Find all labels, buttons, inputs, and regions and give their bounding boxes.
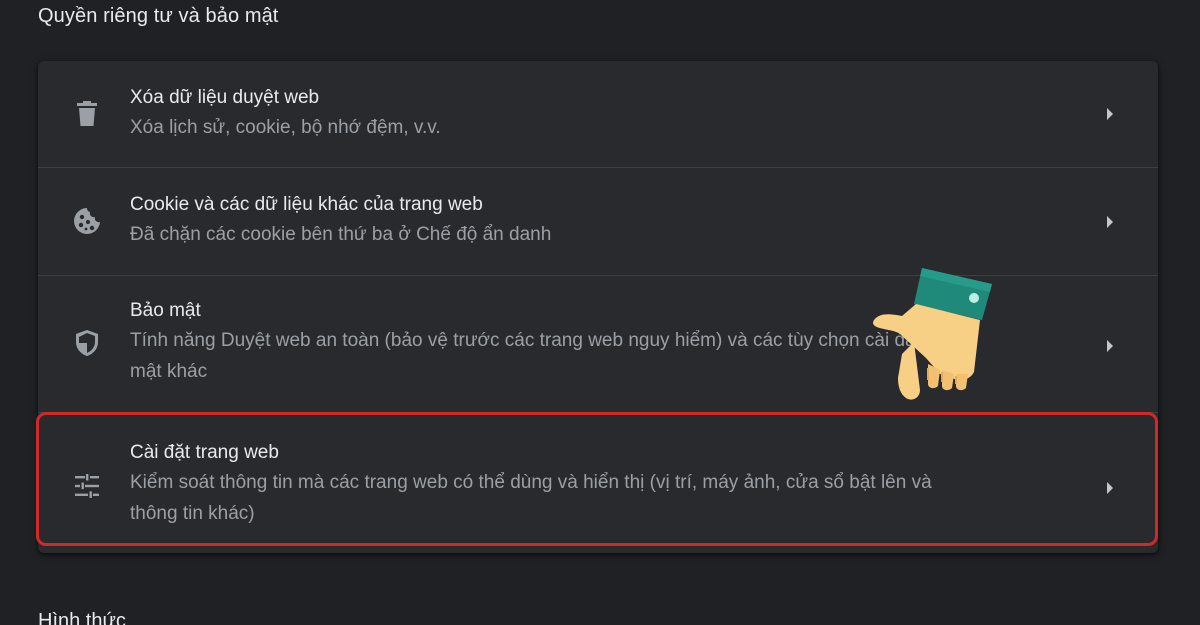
security-row[interactable]: Bảo mật Tính năng Duyệt web an toàn (bảo… (38, 276, 1158, 412)
sliders-icon (72, 471, 102, 501)
row-title: Cài đặt trang web (130, 442, 279, 463)
row-text: Bảo mật Tính năng Duyệt web an toàn (bảo… (130, 298, 1068, 387)
privacy-security-card: Xóa dữ liệu duyệt web Xóa lịch sử, cooki… (38, 61, 1158, 553)
shield-icon (72, 328, 102, 358)
cookies-row[interactable]: Cookie và các dữ liệu khác của trang web… (38, 168, 1158, 275)
section-title: Quyền riêng tư và bảo mật (38, 5, 279, 27)
row-description-line1: Tính năng Duyệt web an toàn (bảo vệ trướ… (130, 330, 958, 351)
settings-page: Quyền riêng tư và bảo mật Xóa dữ liệu du… (0, 0, 1200, 625)
chevron-right-icon (1102, 214, 1118, 230)
row-description-line2: mật khác (130, 361, 208, 382)
chevron-right-icon (1102, 106, 1118, 122)
next-section-title: Hình thức (38, 610, 126, 625)
cookie-icon (72, 206, 102, 236)
row-description-line1: Kiểm soát thông tin mà các trang web có … (130, 472, 932, 493)
row-title: Xóa dữ liệu duyệt web (130, 87, 320, 108)
row-description: Xóa lịch sử, cookie, bộ nhớ đệm, v.v. (130, 117, 441, 138)
row-text: Xóa dữ liệu duyệt web Xóa lịch sử, cooki… (130, 85, 1068, 144)
site-settings-row[interactable]: Cài đặt trang web Kiểm soát thông tin mà… (38, 413, 1158, 553)
row-title: Bảo mật (130, 300, 201, 321)
clear-browsing-data-row[interactable]: Xóa dữ liệu duyệt web Xóa lịch sử, cooki… (38, 61, 1158, 167)
chevron-right-icon (1102, 338, 1118, 354)
chevron-right-icon (1102, 480, 1118, 496)
row-description-line2: thông tin khác) (130, 503, 255, 524)
row-title: Cookie và các dữ liệu khác của trang web (130, 194, 483, 215)
trash-icon (72, 99, 102, 129)
row-description: Đã chặn các cookie bên thứ ba ở Chế độ ẩ… (130, 224, 552, 245)
row-text: Cookie và các dữ liệu khác của trang web… (130, 192, 1068, 251)
row-text: Cài đặt trang web Kiểm soát thông tin mà… (130, 440, 1068, 529)
